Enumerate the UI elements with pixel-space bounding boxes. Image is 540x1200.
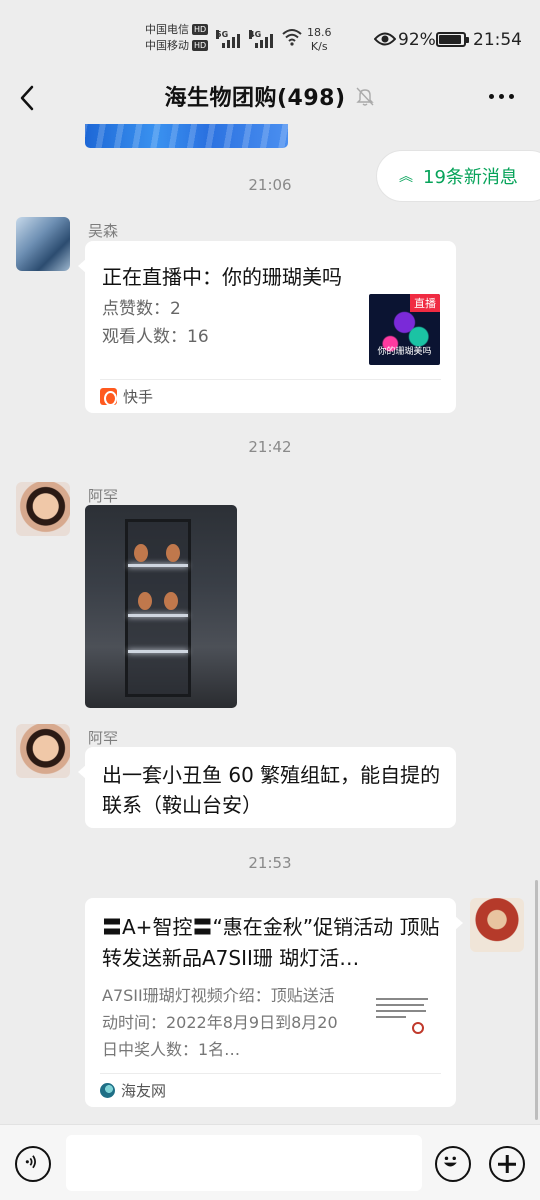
- net-speed-value: 18.6: [307, 26, 332, 39]
- voice-input-button[interactable]: [15, 1146, 51, 1182]
- signal-5g-label: 5G: [216, 30, 229, 39]
- carrier-1: 中国电信: [145, 23, 189, 36]
- card-source: 快手: [100, 386, 153, 407]
- more-functions-button[interactable]: [489, 1146, 525, 1182]
- link-card[interactable]: 〓A+智控〓“惠在金秋”促销活动 顶贴转发送新品A7SII珊 瑚灯活… A7SI…: [85, 898, 463, 1107]
- signal-5g-icon: 5G: [216, 30, 240, 48]
- sender-name: 阿罕: [88, 729, 119, 747]
- status-bar: 中国电信 HD 中国移动 HD 5G 4G 18.6 K/s 92% 21:54: [0, 0, 540, 72]
- hd-badge-1: HD: [192, 24, 209, 35]
- card-source-label: 快手: [123, 388, 154, 406]
- battery-icon: [436, 32, 469, 47]
- avatar[interactable]: [16, 217, 70, 271]
- live-thumb-caption: 你的珊瑚美吗: [377, 347, 432, 357]
- chat-title: 海生物团购(498): [164, 86, 346, 111]
- net-speed: 18.6 K/s: [307, 26, 332, 54]
- carrier-info: 中国电信 HD 中国移动 HD: [145, 22, 209, 54]
- live-badge: 直播: [410, 294, 440, 312]
- voice-icon: [25, 1155, 36, 1169]
- live-viewers: 观看人数：16: [102, 327, 209, 347]
- live-thumbnail: 直播 你的珊瑚美吗: [369, 294, 440, 365]
- divider: [100, 379, 441, 380]
- battery-fill: [439, 35, 462, 44]
- live-likes: 点赞数：2: [102, 299, 181, 319]
- avatar[interactable]: [16, 724, 70, 778]
- wifi-icon: [282, 29, 302, 46]
- message-text: 出一套小丑鱼 60 繁殖组缸，能自提的联系（鞍山台安）: [102, 763, 441, 817]
- link-thumbnail: [362, 980, 442, 1060]
- emoji-icon: [443, 1156, 457, 1167]
- input-bar: [0, 1124, 540, 1200]
- battery-percent: 92%: [398, 30, 436, 50]
- link-description: A7SII珊瑚灯视频介绍：顶贴送活动时间：2022年8月9日到8月20日中奖人数…: [102, 986, 338, 1059]
- image-message[interactable]: [85, 505, 237, 708]
- link-title: 〓A+智控〓“惠在金秋”促销活动 顶贴转发送新品A7SII珊 瑚灯活…: [102, 915, 440, 970]
- chat-title-wrap: 海生物团购(498): [0, 80, 540, 112]
- emoji-button[interactable]: [435, 1146, 471, 1182]
- text-message[interactable]: 出一套小丑鱼 60 繁殖组缸，能自提的联系（鞍山台安）: [78, 747, 456, 828]
- clock: 21:54: [473, 30, 522, 50]
- kuaishou-icon: [100, 388, 117, 406]
- haiyou-logo-icon: [100, 1083, 115, 1098]
- card-source-label: 海友网: [121, 1082, 167, 1100]
- scrollbar[interactable]: [535, 880, 538, 1120]
- aquarium-cabinet-image: [125, 519, 191, 697]
- sender-name: 吴森: [88, 222, 119, 240]
- chat-header: 海生物团购(498): [0, 72, 540, 124]
- live-share-card[interactable]: 正在直播中：你的珊瑚美吗 点赞数：2 观看人数：16 直播 你的珊瑚美吗 快手: [78, 241, 456, 413]
- more-options-icon[interactable]: [489, 94, 514, 99]
- live-title: 正在直播中：你的珊瑚美吗: [102, 265, 342, 289]
- eye-icon: [374, 32, 396, 46]
- hd-badge-2: HD: [192, 40, 209, 51]
- timestamp: 21:53: [248, 854, 292, 872]
- timestamp: 21:42: [248, 438, 292, 456]
- card-source: 海友网: [100, 1080, 166, 1101]
- previous-image-message[interactable]: [85, 124, 288, 148]
- my-avatar[interactable]: [470, 898, 524, 952]
- carrier-2: 中国移动: [145, 39, 189, 52]
- message-list[interactable]: ︽ 19条新消息 21:06 吴森 正在直播中：你的珊瑚美吗 点赞数：2 观看人…: [0, 124, 540, 1124]
- signal-4g-icon: 4G: [249, 30, 273, 48]
- live-meta: 点赞数：2 观看人数：16: [102, 295, 209, 351]
- divider: [100, 1073, 441, 1074]
- message-input[interactable]: [66, 1135, 422, 1191]
- avatar[interactable]: [16, 482, 70, 536]
- signal-4g-label: 4G: [249, 30, 262, 39]
- timestamp: 21:06: [248, 176, 292, 194]
- net-speed-unit: K/s: [310, 40, 328, 53]
- sender-name: 阿罕: [88, 487, 119, 505]
- mute-bell-icon: [355, 87, 374, 106]
